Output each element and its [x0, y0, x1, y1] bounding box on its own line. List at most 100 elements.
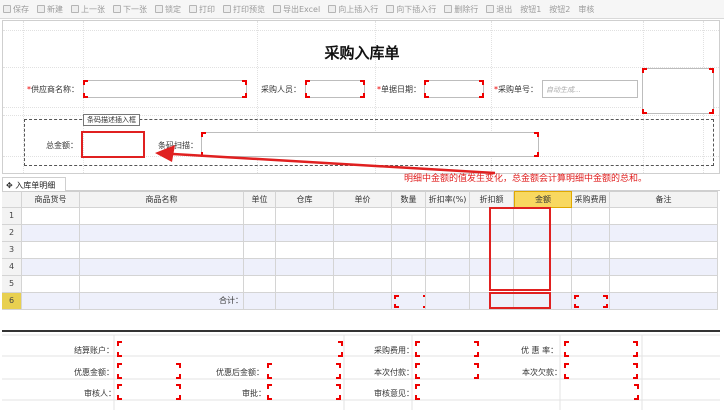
grid-cell[interactable]	[244, 259, 276, 276]
grid-cell[interactable]	[276, 225, 334, 242]
toolbar-button-7[interactable]: 导出Excel	[273, 4, 320, 15]
discount-rate-field[interactable]	[564, 341, 638, 357]
grid-cell[interactable]	[276, 259, 334, 276]
toolbar-button-6[interactable]: 打印预览	[223, 4, 265, 15]
column-header[interactable]: 折扣额	[470, 191, 514, 208]
grid-cell[interactable]	[22, 208, 80, 225]
column-header[interactable]: 备注	[610, 191, 718, 208]
grid-cell[interactable]	[610, 242, 718, 259]
column-header[interactable]: 仓库	[276, 191, 334, 208]
row-number: 1	[2, 208, 22, 225]
grid-cell[interactable]	[334, 293, 392, 310]
date-field[interactable]	[424, 80, 484, 98]
toolbar-button-4[interactable]: 锁定	[155, 4, 181, 15]
grid-cell[interactable]	[426, 259, 470, 276]
grid-cell[interactable]	[22, 225, 80, 242]
toolbar-button-12[interactable]: 按钮1	[520, 4, 541, 15]
settle-account-field[interactable]	[117, 341, 343, 357]
discount-amount-field[interactable]	[117, 363, 181, 379]
grid-cell[interactable]	[244, 276, 276, 293]
column-header[interactable]: 折扣率(%)	[426, 191, 470, 208]
purchase-fee-field[interactable]	[415, 341, 479, 357]
auditor-field[interactable]	[117, 384, 181, 400]
toolbar-button-8[interactable]: 向上插入行	[328, 4, 378, 15]
grid-cell[interactable]	[572, 225, 610, 242]
grid-cell[interactable]	[244, 225, 276, 242]
after-discount-field[interactable]	[267, 363, 341, 379]
column-header[interactable]	[2, 191, 22, 208]
column-header[interactable]: 单价	[334, 191, 392, 208]
order-no-field[interactable]: 自动生成...	[542, 80, 638, 98]
grid-cell[interactable]	[426, 208, 470, 225]
grid-cell[interactable]	[80, 242, 244, 259]
grid-cell[interactable]	[22, 259, 80, 276]
grid-cell[interactable]	[572, 242, 610, 259]
grid-cell[interactable]	[426, 276, 470, 293]
grid-cell[interactable]	[276, 242, 334, 259]
grid-cell[interactable]	[572, 276, 610, 293]
grid-cell[interactable]	[80, 225, 244, 242]
column-header[interactable]: 商品货号	[22, 191, 80, 208]
column-header[interactable]: 商品名称	[80, 191, 244, 208]
grid-cell[interactable]	[392, 208, 426, 225]
column-header[interactable]: 单位	[244, 191, 276, 208]
grid-cell[interactable]	[276, 293, 334, 310]
grid-cell[interactable]	[334, 242, 392, 259]
amount-total-cell[interactable]	[489, 292, 551, 309]
grid-cell[interactable]	[426, 242, 470, 259]
owed-now-field[interactable]	[564, 363, 638, 379]
column-header[interactable]: 数量	[392, 191, 426, 208]
grid-cell[interactable]	[610, 276, 718, 293]
grid-cell[interactable]	[610, 225, 718, 242]
toolbar-button-0[interactable]: 保存	[3, 4, 29, 15]
grid-cell[interactable]	[334, 208, 392, 225]
grid-cell[interactable]	[276, 276, 334, 293]
grid-cell[interactable]	[392, 242, 426, 259]
toolbar-button-1[interactable]: 新建	[37, 4, 63, 15]
grid-cell[interactable]	[22, 276, 80, 293]
approve-field[interactable]	[267, 384, 341, 400]
grid-cell[interactable]	[610, 208, 718, 225]
toolbar-button-14[interactable]: 审核	[578, 4, 594, 15]
toolbar-button-3[interactable]: 下一张	[113, 4, 147, 15]
grid-cell[interactable]	[392, 225, 426, 242]
grid-cell[interactable]	[572, 293, 610, 310]
grid-cell[interactable]	[392, 259, 426, 276]
grid-cell[interactable]	[334, 225, 392, 242]
toolbar-button-9[interactable]: 向下插入行	[386, 4, 436, 15]
supplier-field[interactable]	[83, 80, 247, 98]
toolbar-button-10[interactable]: 删除行	[444, 4, 478, 15]
toolbar-button-5[interactable]: 打印	[189, 4, 215, 15]
grid-cell[interactable]	[572, 259, 610, 276]
column-header[interactable]: 金额	[514, 191, 572, 208]
toolbar-button-13[interactable]: 按钮2	[549, 4, 570, 15]
column-header[interactable]: 采购费用	[572, 191, 610, 208]
grid-cell[interactable]	[80, 276, 244, 293]
grid-cell[interactable]	[80, 208, 244, 225]
grid-cell[interactable]	[610, 293, 718, 310]
grid-cell[interactable]	[22, 293, 80, 310]
grid-cell[interactable]	[572, 208, 610, 225]
toolbar-button-2[interactable]: 上一张	[71, 4, 105, 15]
table-row: 4	[2, 259, 720, 276]
image-box[interactable]	[642, 68, 714, 114]
grid-cell[interactable]	[426, 293, 470, 310]
grid-cell[interactable]	[392, 293, 426, 310]
grid-cell[interactable]	[610, 259, 718, 276]
grid-cell[interactable]	[334, 276, 392, 293]
grid-cell[interactable]	[334, 259, 392, 276]
buyer-field[interactable]	[305, 80, 365, 98]
toolbar-button-11[interactable]: 退出	[486, 4, 512, 15]
grid-cell[interactable]	[244, 208, 276, 225]
grid-cell[interactable]	[392, 276, 426, 293]
grid-cell[interactable]	[80, 259, 244, 276]
grid-cell[interactable]	[426, 225, 470, 242]
paid-now-field[interactable]	[415, 363, 479, 379]
review-opinion-field[interactable]	[415, 384, 639, 400]
tab-inbound-detail[interactable]: ✥ 入库单明细	[2, 177, 66, 191]
grid-cell[interactable]	[244, 293, 276, 310]
grid-cell[interactable]	[22, 242, 80, 259]
total-amount-field[interactable]	[81, 131, 145, 158]
grid-cell[interactable]	[244, 242, 276, 259]
grid-cell[interactable]	[276, 208, 334, 225]
